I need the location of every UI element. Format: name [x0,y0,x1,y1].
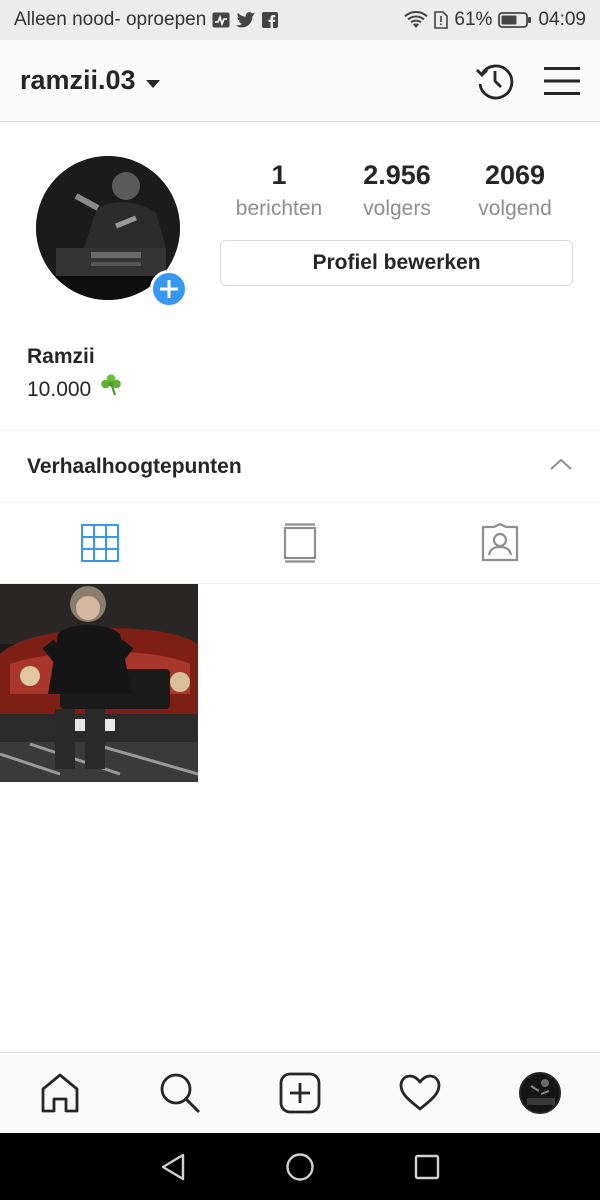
home-icon [41,1073,79,1113]
wifi-icon [404,11,429,29]
clock: 04:09 [538,9,586,30]
username: ramzii.03 [20,65,136,95]
clover-icon [99,372,123,407]
display-name: Ramzii [27,345,95,368]
add-post-icon [279,1072,321,1114]
bio-text: 10.000 [27,377,92,401]
facebook-icon [262,12,279,28]
profile-tabs [0,503,600,584]
top-nav: ramzii.03 [0,40,600,122]
edit-profile-button[interactable]: Profiel bewerken [220,240,573,286]
activity-icon [212,12,230,28]
chevron-up-icon[interactable] [549,457,573,476]
heart-icon [399,1074,441,1111]
stat-followers-label: volgers [363,197,431,220]
nav-profile[interactable] [500,1053,580,1133]
battery-percent: 61% [454,9,493,30]
twitter-icon [236,11,256,29]
caret-down-icon [145,65,160,96]
profile-stats: 1 berichten 2.956 volgers 2069 volgend [220,158,574,226]
grid-icon [81,524,119,562]
battery-icon [498,11,532,29]
back-icon [162,1153,185,1180]
stat-followers-count: 2.956 [363,160,431,190]
home-system-button[interactable] [270,1137,330,1197]
system-nav-bar [0,1133,600,1200]
stat-following-label: volgend [478,197,552,220]
alert-sim-icon [434,11,449,29]
tab-grid[interactable] [0,503,200,583]
profile-avatar-small [519,1072,561,1114]
profile-header: 1 berichten 2.956 volgers 2069 volgend P… [0,122,600,430]
stat-followers[interactable]: 2.956 volgers [338,158,456,226]
story-highlights[interactable]: Verhaalhoogtepunten [0,430,600,503]
nav-activity[interactable] [380,1053,460,1133]
status-bar: Alleen nood- oproepen 61% 04:09 [0,0,600,40]
status-right: 61% 04:09 [404,9,586,31]
nav-search[interactable] [140,1053,220,1133]
nav-actions [474,60,580,102]
tab-igtv[interactable] [200,503,400,583]
bio: Ramzii 10.000 [27,342,123,407]
profile-avatar[interactable] [36,156,188,308]
add-story-button[interactable] [150,270,188,308]
circle-home-icon [286,1152,314,1181]
back-button[interactable] [143,1137,203,1197]
square-recents-icon [414,1154,439,1179]
stat-posts-count: 1 [271,160,287,190]
menu-icon[interactable] [544,66,580,96]
highlights-title: Verhaalhoogtepunten [27,454,242,478]
bio-line: 10.000 [27,372,123,407]
tab-tagged[interactable] [400,503,600,583]
post-thumbnail[interactable] [0,584,198,782]
recents-button[interactable] [397,1137,457,1197]
search-icon [160,1073,201,1114]
stat-following[interactable]: 2069 volgend [456,158,574,226]
igtv-icon [283,523,317,563]
status-left: Alleen nood- oproepen [14,9,279,31]
carrier-text: Alleen nood- oproepen [14,9,207,30]
nav-new-post[interactable] [260,1053,340,1133]
plus-icon [160,280,178,298]
archive-history-icon[interactable] [474,60,516,102]
stat-posts[interactable]: 1 berichten [220,158,338,226]
stat-posts-label: berichten [235,197,323,220]
account-switcher[interactable]: ramzii.03 [20,65,160,96]
stat-following-count: 2069 [484,160,546,190]
nav-home[interactable] [20,1053,100,1133]
tagged-icon [481,523,519,562]
bottom-nav [0,1052,600,1133]
